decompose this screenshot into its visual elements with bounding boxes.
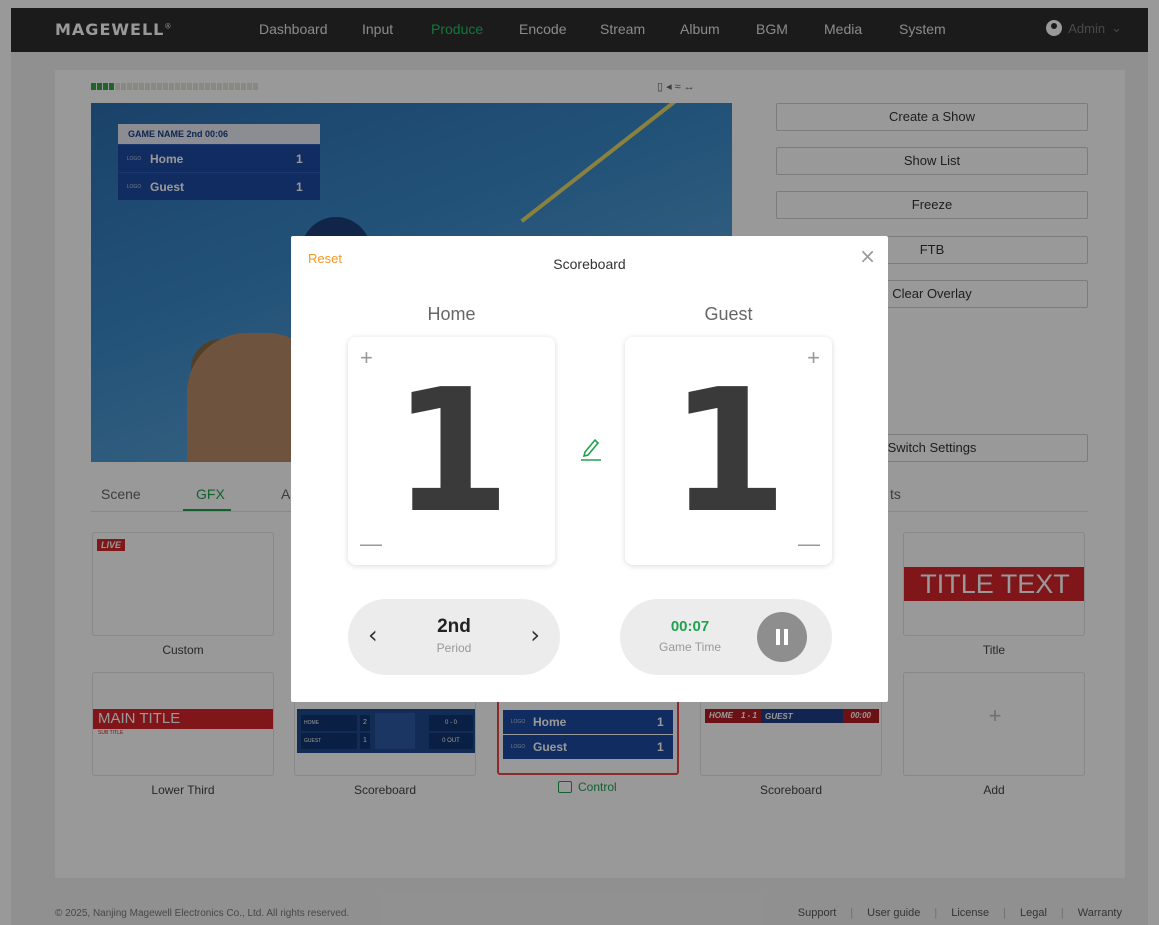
game-time-label: Game Time	[658, 640, 721, 654]
home-decrement-button[interactable]: —	[360, 531, 382, 557]
edit-icon[interactable]	[579, 434, 603, 462]
game-time-control: 00:07 Game Time	[620, 599, 832, 675]
home-score-box: + 1 —	[348, 337, 555, 565]
period-control: ‹ 2nd Period ›	[348, 599, 560, 675]
home-score: 1	[392, 353, 511, 551]
scoreboard-modal: Reset Scoreboard × Home Guest + 1 — + 1 …	[291, 236, 888, 702]
pause-button[interactable]	[757, 612, 807, 662]
guest-decrement-button[interactable]: —	[798, 531, 820, 557]
period-next-icon[interactable]: ›	[530, 621, 540, 649]
guest-team-name: Guest	[704, 304, 753, 324]
guest-score: 1	[669, 353, 788, 551]
period-value: 2nd	[437, 616, 471, 637]
modal-title: Scoreboard	[553, 256, 626, 272]
guest-score-box: + 1 —	[625, 337, 832, 565]
home-team-name: Home	[427, 304, 476, 324]
game-time-value: 00:07	[670, 618, 710, 635]
close-icon[interactable]: ×	[859, 244, 876, 268]
period-label: Period	[436, 641, 472, 655]
